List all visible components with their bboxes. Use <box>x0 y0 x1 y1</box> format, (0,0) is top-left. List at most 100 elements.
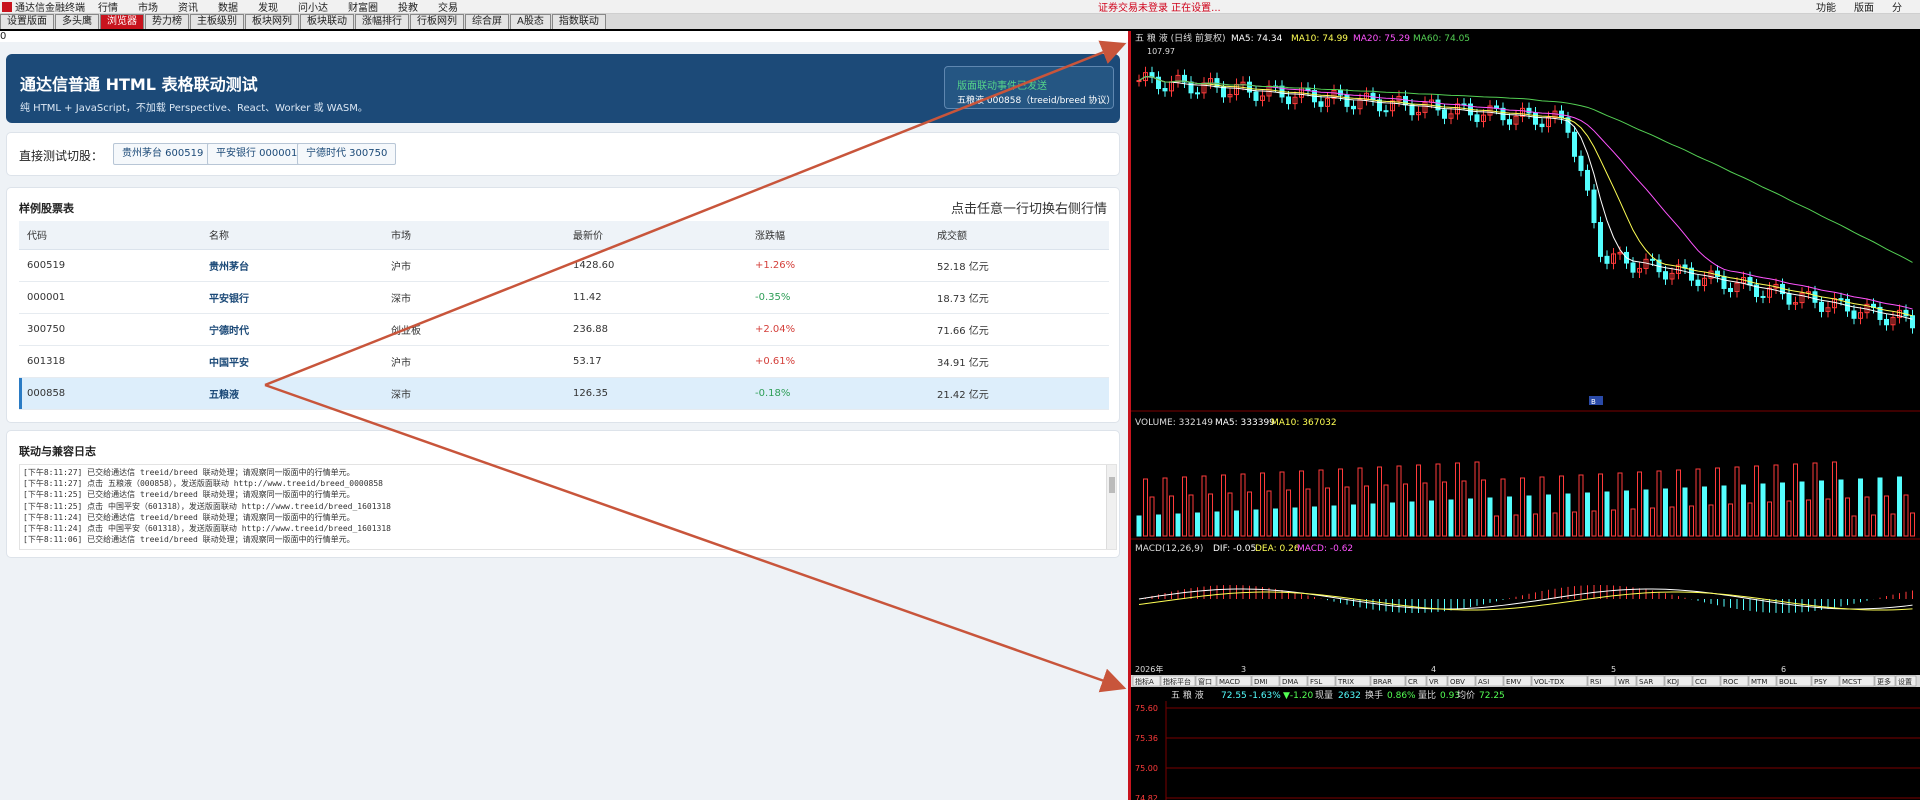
volume-bar <box>1149 496 1155 537</box>
layout-tab[interactable]: 设置版面 <box>0 14 54 29</box>
stock-table: 代码 名称 市场 最新价 涨跌幅 成交额 600519 贵州茅台 沪市 1428.60 +1.26… <box>19 221 1109 410</box>
log-line: [下午8:11:24] 已交给通达信 treeid/breed 联动处理；请观察… <box>23 512 355 522</box>
column-header[interactable]: 名称 <box>201 221 383 250</box>
menu-item[interactable]: 行情 <box>98 0 118 14</box>
name-cell[interactable]: 贵州茅台 <box>201 249 383 282</box>
volume-bar <box>1741 484 1746 537</box>
stock-table-title: 样例股票表 <box>19 202 74 215</box>
layout-tab[interactable]: A股态 <box>510 14 551 29</box>
menu-item[interactable]: 问小达 <box>298 0 328 14</box>
market-cell: 创业板 <box>383 313 565 346</box>
table-row[interactable]: 000858 五粮液 深市 126.35 -0.18% 21.42 亿元 <box>19 377 1109 410</box>
volume-bar <box>1682 487 1688 537</box>
top-right-item[interactable]: 分 <box>1892 0 1902 14</box>
volume-bar <box>1507 496 1512 537</box>
volume-bar <box>1214 511 1220 537</box>
kline-title: 五 粮 液 (日线 前复权) <box>1135 32 1225 44</box>
table-row[interactable]: 000001 平安银行 深市 11.42 -0.35% 18.73 亿元 <box>19 281 1109 314</box>
quick-button-000001[interactable]: 平安银行 000001 <box>207 143 307 165</box>
volume-bar <box>1721 485 1727 537</box>
volume-bar <box>1468 498 1473 537</box>
volume-bar <box>1266 490 1272 537</box>
market-cell: 沪市 <box>383 249 565 282</box>
volume-bar <box>1136 515 1142 537</box>
layout-tab[interactable]: 浏览器 <box>100 14 144 29</box>
column-header[interactable]: 涨跌幅 <box>747 221 929 250</box>
table-row[interactable]: 601318 中国平安 沪市 53.17 +0.61% 34.91 亿元 <box>19 345 1109 378</box>
menu-item[interactable]: 市场 <box>138 0 158 14</box>
layout-tab[interactable]: 综合屏 <box>465 14 509 29</box>
name-cell[interactable]: 宁德时代 <box>201 313 383 346</box>
menu-item[interactable]: 投教 <box>398 0 418 14</box>
top-right-item[interactable]: 功能 <box>1816 0 1836 14</box>
layout-tab[interactable]: 板块联动 <box>300 14 354 29</box>
menu-item[interactable]: 数据 <box>218 0 238 14</box>
kline-chart[interactable]: 五 粮 液 (日线 前复权) MA5: 74.34 MA10: 74.99 MA20:… <box>1131 31 1920 800</box>
volume-bar <box>1624 490 1629 537</box>
volume-bar <box>1403 483 1408 537</box>
layout-tab[interactable]: 主板级别 <box>190 14 244 29</box>
high-price-label: 107.97 <box>1147 47 1175 56</box>
ma5-label: MA5: 74.34 <box>1231 34 1283 44</box>
column-header[interactable]: 最新价 <box>565 221 747 250</box>
volume-bar <box>1897 476 1902 537</box>
dea-line <box>1138 591 1913 611</box>
market-cell: 深市 <box>383 281 565 314</box>
menu-item[interactable]: 交易 <box>438 0 458 14</box>
layout-tab[interactable]: 指数联动 <box>551 14 606 29</box>
menu-item[interactable]: 财富圈 <box>348 0 378 14</box>
volume-bar <box>1344 486 1350 537</box>
volume-bar <box>1390 502 1395 537</box>
quick-button-300750[interactable]: 宁德时代 300750 <box>297 143 397 165</box>
volume-bar <box>1760 483 1766 537</box>
amount-cell: 18.73 亿元 <box>929 281 1109 314</box>
candle <box>1598 222 1603 257</box>
layout-tab[interactable]: 势力榜 <box>145 14 189 29</box>
b-badge-label: B <box>1591 398 1596 406</box>
volume-bar <box>1559 475 1564 537</box>
log-card: 联动与兼容日志 [下午8:11:27] 已交给通达信 treeid/breed … <box>6 430 1120 558</box>
layout-tabs: 设置版面 多头鹰 浏览器 势力榜 主板级别 板块网列 板块联动 涨幅排行 行板网列 综合屏 A股态指… <box>0 14 1920 31</box>
volume-bar <box>1520 477 1525 537</box>
layout-tab[interactable]: 板块网列 <box>245 14 299 29</box>
layout-tab[interactable]: 涨幅排行 <box>355 14 409 29</box>
table-row[interactable]: 600519 贵州茅台 沪市 1428.60 +1.26% 52.18 亿元 <box>19 249 1109 282</box>
name-cell[interactable]: 平安银行 <box>201 281 383 314</box>
layout-tab[interactable]: 多头鹰 <box>55 14 99 29</box>
volume-bar <box>1416 464 1421 537</box>
volume-bar <box>1325 487 1330 537</box>
volume-bar <box>1292 507 1298 537</box>
candle <box>1507 119 1512 125</box>
menu-item[interactable]: 发现 <box>258 0 278 14</box>
column-header[interactable]: 市场 <box>383 221 565 250</box>
volume-bar <box>1357 467 1363 537</box>
menu-item[interactable]: 资讯 <box>178 0 198 14</box>
name-cell[interactable]: 中国平安 <box>201 345 383 378</box>
indicator-tab-label: RSI <box>1590 678 1601 686</box>
top-right-item[interactable]: 版面 <box>1854 0 1874 14</box>
change-cell: -0.18% <box>747 377 929 410</box>
intraday-pct: -1.63% <box>1249 691 1281 701</box>
log-area[interactable]: [下午8:11:27] 已交给通达信 treeid/breed 联动处理；请观察… <box>19 464 1117 550</box>
candle <box>1812 291 1818 303</box>
date-axis-label: 5 <box>1611 665 1616 674</box>
layout-tab[interactable]: 行板网列 <box>410 14 464 29</box>
table-row[interactable]: 300750 宁德时代 创业板 236.88 +2.04% 71.66 亿元 <box>19 313 1109 346</box>
column-header[interactable]: 代码 <box>19 221 201 250</box>
volume-bar <box>1208 493 1213 537</box>
volume-bar <box>1910 512 1915 537</box>
candle <box>1195 92 1200 95</box>
column-header[interactable]: 成交额 <box>929 221 1109 250</box>
candle <box>1539 123 1545 128</box>
quick-button-600519[interactable]: 贵州茅台 600519 <box>113 143 213 165</box>
volume-bar <box>1481 479 1486 537</box>
name-cell[interactable]: 五粮液 <box>201 377 383 410</box>
quick-switch-card: 直接测试切股： 贵州茅台 600519 平安银行 000001 宁德时代 300… <box>6 132 1120 176</box>
volume-bar <box>1728 503 1733 537</box>
candle <box>1383 110 1389 113</box>
volume-bar <box>1825 498 1831 537</box>
market-cell: 沪市 <box>383 345 565 378</box>
volume-bar <box>1422 482 1428 537</box>
log-scrollbar[interactable] <box>1106 465 1116 549</box>
volume-bar <box>1565 493 1571 537</box>
